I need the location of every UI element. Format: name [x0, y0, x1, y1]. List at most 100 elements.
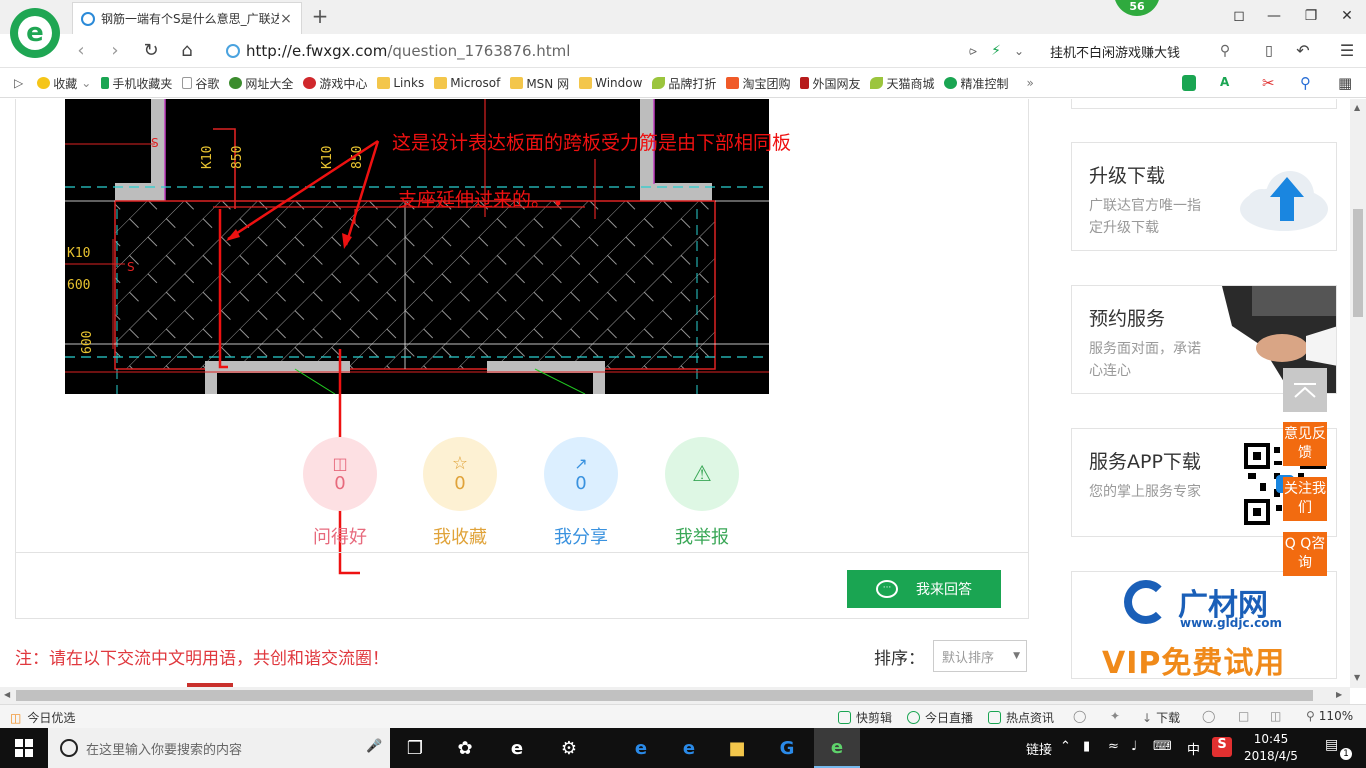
ie-mode-icon[interactable]: ◯ — [1202, 709, 1215, 723]
home-icon[interactable]: ⌂ — [176, 40, 198, 62]
status-download[interactable]: ↓ 下载 — [1142, 709, 1180, 726]
bookmark-windows[interactable]: Window — [579, 76, 642, 90]
search-icon[interactable]: ⚲ — [1214, 40, 1236, 62]
bookmark-precise[interactable]: 精准控制 — [944, 75, 1009, 92]
ad-gldjc-banner[interactable]: 广材网 www.gldjc.com VIP免费试用 — [1071, 571, 1337, 679]
translate-icon[interactable]: A — [1220, 75, 1236, 91]
horizontal-scrollbar[interactable]: ◀ ▶ — [0, 687, 1350, 704]
scroll-up-icon[interactable]: ▲ — [1354, 103, 1360, 112]
pin-icon[interactable]: ✦ — [1110, 709, 1120, 723]
wifi-icon[interactable]: ≈ — [1108, 739, 1119, 754]
trash-icon[interactable]: ◫ — [1270, 709, 1281, 723]
bookmark-mobile[interactable]: 手机收藏夹 — [101, 75, 172, 92]
keyboard-icon[interactable]: ⌨ — [1153, 739, 1172, 754]
shield-icon[interactable] — [1182, 75, 1196, 91]
ie-alt-icon[interactable]: e — [666, 728, 712, 768]
refresh-icon[interactable]: ↻ — [140, 40, 162, 62]
bookmark-sites[interactable]: 网址大全 — [229, 75, 293, 92]
url-input[interactable]: http://e.fwxgx.com /question_1763876.htm… — [226, 40, 946, 62]
link-label[interactable]: 链接 — [1026, 739, 1052, 758]
browser-app-icon[interactable]: e — [814, 728, 860, 768]
new-tab-button[interactable]: + — [310, 4, 330, 28]
horizontal-scroll-thumb[interactable] — [16, 690, 1313, 701]
today-picks[interactable]: ◫ 今日优选 — [10, 709, 75, 726]
volume-icon[interactable]: ♩ — [1131, 739, 1137, 754]
zoom-icon: ⚲ — [1306, 709, 1315, 723]
action-good-question[interactable]: ◫ 0 问得好 — [303, 437, 377, 549]
notification-badge[interactable]: 56 — [1114, 0, 1160, 16]
vertical-scroll-thumb[interactable] — [1353, 209, 1363, 317]
search-promo-text[interactable]: 挂机不白闲游戏赚大钱 — [1050, 42, 1180, 61]
close-window-icon[interactable]: ✕ — [1336, 6, 1358, 26]
bookmark-brand-sale[interactable]: 品牌打折 — [652, 75, 716, 92]
scroll-left-icon[interactable]: ◀ — [4, 690, 10, 699]
status-quick-edit[interactable]: 快剪辑 — [838, 709, 892, 726]
glodon-app-icon[interactable]: G — [764, 728, 810, 768]
back-to-top-button[interactable] — [1283, 368, 1327, 412]
bookmark-tmall[interactable]: 天猫商城 — [870, 75, 934, 92]
scissors-icon[interactable]: ✂ — [1262, 74, 1275, 92]
apps-grid-icon[interactable]: ▦ — [1338, 74, 1352, 92]
vertical-scrollbar[interactable]: ▲ ▼ — [1350, 99, 1366, 688]
microphone-icon[interactable]: 🎤 — [366, 739, 382, 754]
bookmark-links[interactable]: Links — [377, 76, 424, 90]
action-report[interactable]: ⚠ 我举报 — [665, 437, 739, 549]
bookmark-label: 品牌打折 — [668, 76, 717, 91]
taskbar-search-input[interactable]: 在这里输入你要搜索的内容 🎤 — [48, 728, 390, 768]
skin-icon[interactable]: ◻ — [1228, 6, 1250, 26]
share-icon[interactable]: ⪧ — [962, 40, 984, 62]
sort-label: 排序： — [874, 649, 925, 669]
bookmark-favorites[interactable]: 收藏 ⌄ — [37, 75, 91, 92]
feedback-button[interactable]: 意见反馈 — [1283, 422, 1327, 466]
civility-note: 注：请在以下交流中文明用语，共创和谐交流圈！ — [15, 649, 389, 669]
bookmark-msn[interactable]: MSN 网 — [510, 75, 569, 92]
edge-icon[interactable]: e — [494, 728, 540, 768]
lightning-icon[interactable]: ⚡ — [985, 40, 1007, 62]
battery-icon[interactable]: ▮ — [1083, 739, 1090, 754]
phone-icon[interactable]: ▯ — [1258, 40, 1280, 62]
action-share[interactable]: ↗ 0 我分享 — [544, 437, 618, 549]
app-icon[interactable]: ⚙ — [546, 728, 592, 768]
minimize-icon[interactable]: — — [1263, 6, 1285, 26]
follow-us-button[interactable]: 关注我们 — [1283, 477, 1327, 521]
window-icon[interactable]: □ — [1238, 709, 1249, 723]
restore-icon[interactable]: ❐ — [1300, 6, 1322, 26]
file-explorer-icon[interactable]: ■ — [714, 728, 760, 768]
chevron-down-icon[interactable]: ⌄ — [1008, 40, 1030, 62]
action-label: 我分享 — [554, 527, 608, 548]
qq-consult-button[interactable]: Q Q咨询 — [1283, 532, 1327, 576]
sogou-ime-icon[interactable]: S — [1212, 737, 1232, 757]
browser-tab[interactable]: 钢筋一端有个S是什么意思_广联达 × — [72, 2, 302, 34]
card-upgrade-download[interactable]: 升级下载 广联达官方唯一指定升级下载 — [1071, 142, 1337, 251]
sidebar-toggle-icon[interactable]: ▷ — [14, 76, 23, 90]
tray-chevron-icon[interactable]: ⌃ — [1060, 739, 1071, 754]
zoom-level[interactable]: ⚲ 110% — [1306, 709, 1353, 723]
status-news[interactable]: 热点资讯 — [988, 709, 1054, 726]
bookmark-google[interactable]: 谷歌 — [182, 75, 219, 92]
scroll-down-icon[interactable]: ▼ — [1354, 673, 1360, 682]
more-bookmarks-icon[interactable]: » — [1027, 76, 1034, 90]
bookmark-taobao[interactable]: 淘宝团购 — [726, 75, 790, 92]
close-tab-icon[interactable]: × — [279, 11, 293, 27]
action-favorite[interactable]: ☆ 0 我收藏 — [423, 437, 497, 549]
browser-logo-icon[interactable]: e — [10, 8, 60, 58]
magnifier-icon[interactable]: ⚲ — [1300, 74, 1311, 92]
back-icon[interactable]: ‹ — [70, 40, 92, 62]
forward-icon[interactable]: › — [104, 40, 126, 62]
taskbar-clock[interactable]: 10:45 2018/4/5 — [1236, 731, 1306, 765]
fan-app-icon[interactable]: ✿ — [442, 728, 488, 768]
menu-icon[interactable]: ☰ — [1336, 40, 1358, 62]
bookmark-foreign[interactable]: 外国网友 — [800, 75, 860, 92]
bookmark-games[interactable]: 游戏中心 — [303, 75, 367, 92]
sort-select[interactable]: 默认排序 ▼ — [933, 640, 1027, 672]
undo-icon[interactable]: ↶ — [1292, 40, 1314, 62]
ie-icon[interactable]: e — [618, 728, 664, 768]
ime-indicator[interactable]: 中 — [1187, 739, 1200, 758]
task-view-icon[interactable]: ❐ — [392, 728, 438, 768]
speed-icon[interactable]: ◯ — [1073, 709, 1086, 723]
status-live[interactable]: 今日直播 — [907, 709, 973, 726]
start-button[interactable] — [0, 728, 48, 768]
scroll-right-icon[interactable]: ▶ — [1336, 690, 1342, 699]
answer-button[interactable]: ··· 我来回答 — [847, 570, 1001, 608]
bookmark-microsoft[interactable]: Microsof — [434, 76, 500, 90]
